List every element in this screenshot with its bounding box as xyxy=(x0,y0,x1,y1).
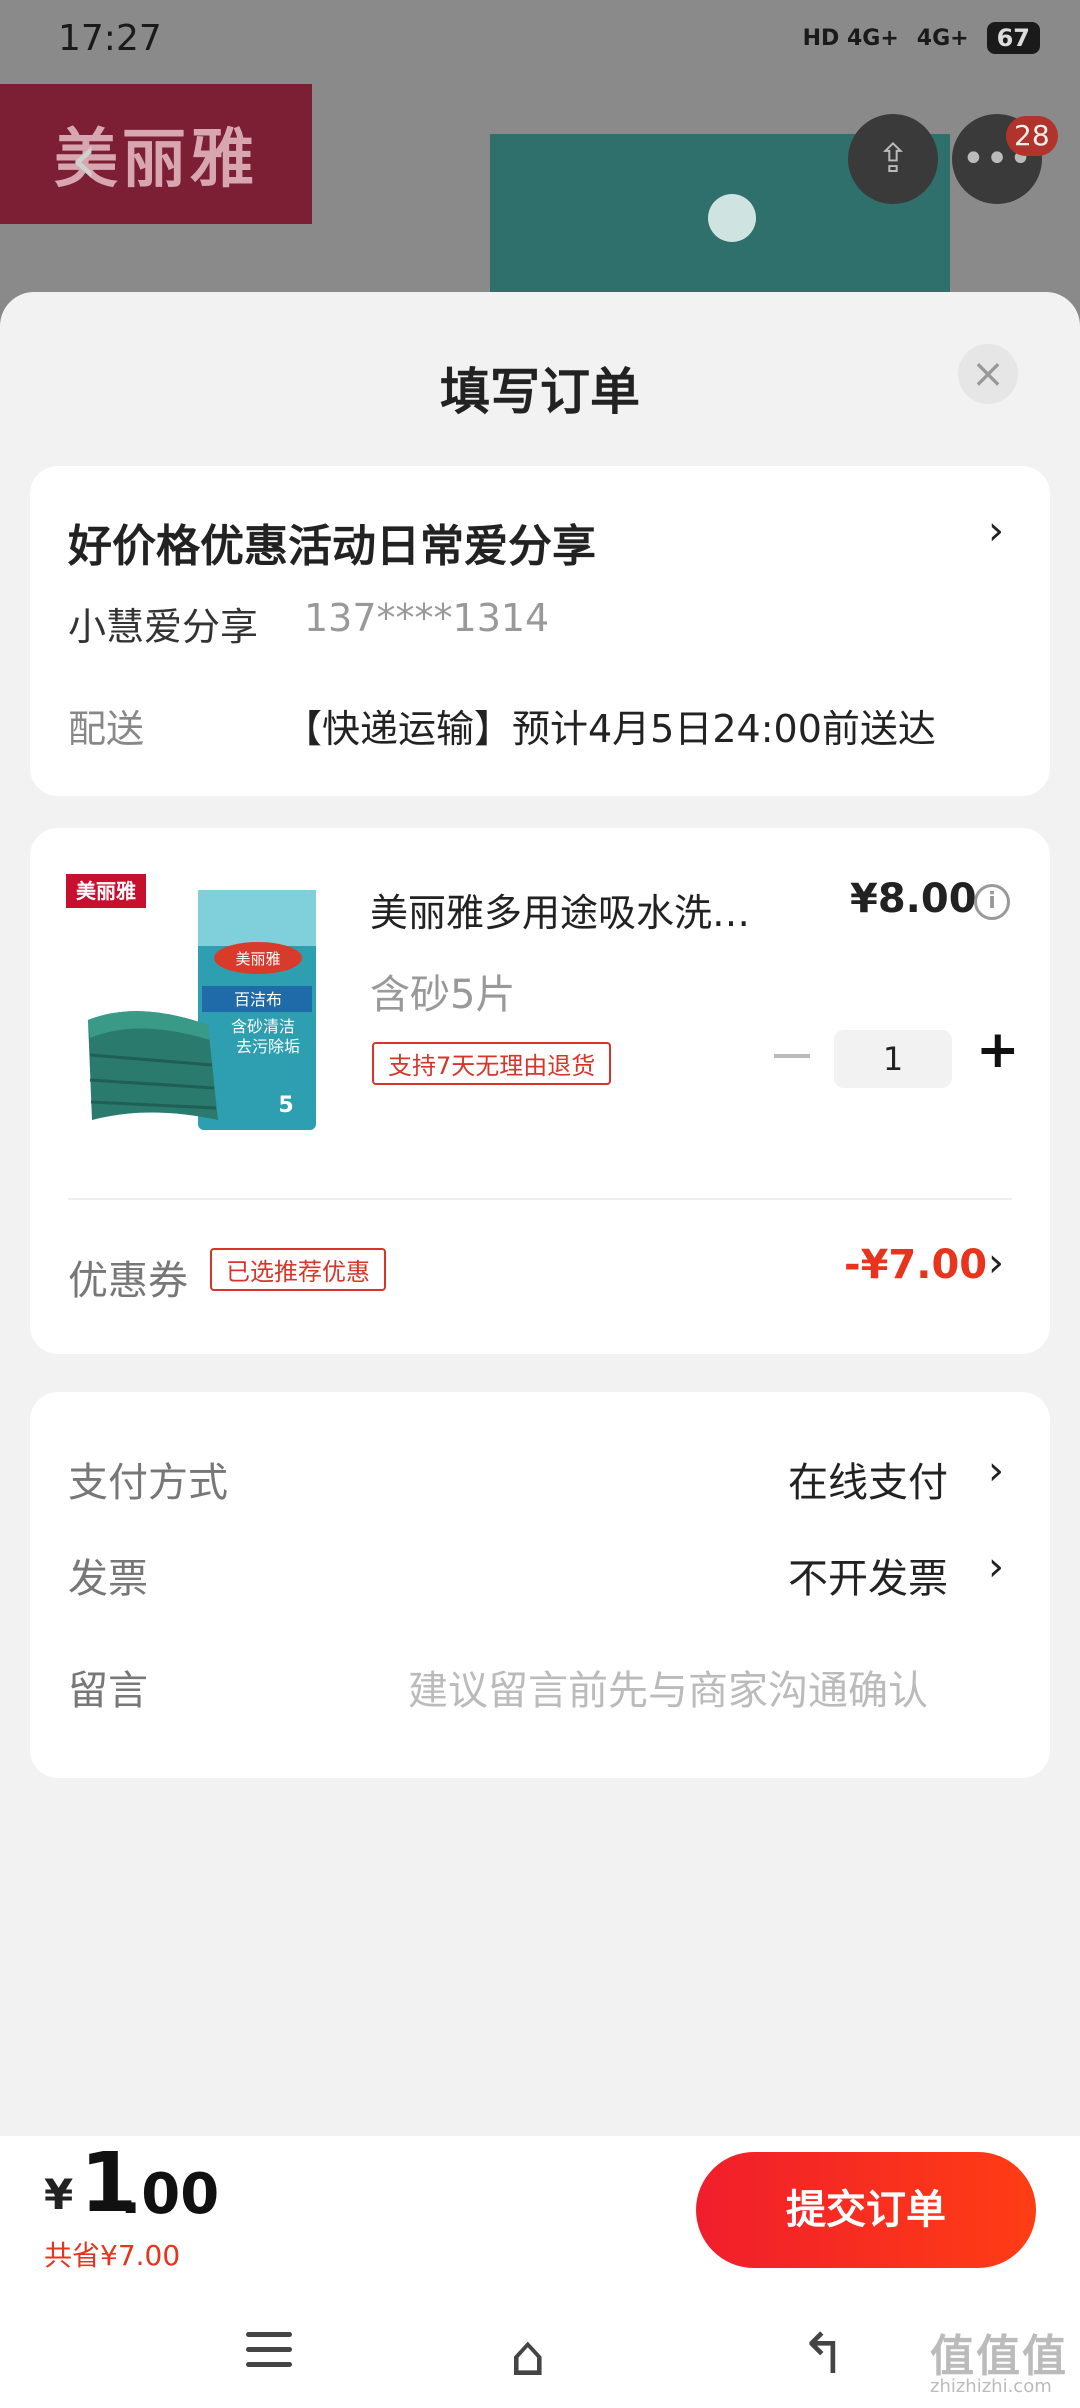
package-type-text: 百洁布 xyxy=(234,990,282,1009)
price-decimal: .00 xyxy=(120,2162,220,2227)
package-feature-text-2: 去污除垢 xyxy=(236,1037,300,1056)
signal-icon: HD 4G+ xyxy=(802,25,899,51)
goods-spec: 含砂5片 xyxy=(370,972,516,1018)
status-time: 17:27 xyxy=(58,18,162,59)
sheet-title: 填写订单 xyxy=(440,363,640,421)
menu-icon[interactable] xyxy=(246,2332,292,2368)
return-policy-tag: 支持7天无理由退货 xyxy=(372,1042,612,1085)
package-feature-text: 含砂清洁 xyxy=(231,1017,295,1036)
product-banner-decoration xyxy=(708,194,756,242)
package-count-text: 5 xyxy=(278,1093,293,1118)
goods-price: ¥8.00 xyxy=(850,876,977,922)
back-nav-icon[interactable]: ↰ xyxy=(800,2322,847,2387)
chevron-right-icon[interactable]: › xyxy=(988,1240,1004,1286)
shop-badge: 美丽雅 xyxy=(66,874,146,908)
recipient-name: 小慧爱分享 xyxy=(68,605,259,649)
price-currency: ¥ xyxy=(44,2170,74,2219)
note-label: 留言 xyxy=(68,1668,148,1714)
background-page: 17:27 HD 4G+ 4G+ 67 美丽雅 ‹ ⇪ ••• 28 xyxy=(0,0,1080,314)
submit-order-button[interactable]: 提交订单 xyxy=(696,2152,1036,2268)
home-icon[interactable]: ⌂ xyxy=(510,2324,546,2389)
quantity-plus-button[interactable]: + xyxy=(976,1020,1020,1080)
goods-name[interactable]: 美丽雅多用途吸水洗… xyxy=(370,882,810,937)
notification-badge: 28 xyxy=(1006,116,1058,156)
payment-card: 支付方式 在线支付 › 发票 不开发票 › 留言 建议留言前先与商家沟通确认 xyxy=(30,1392,1050,1778)
invoice-value[interactable]: 不开发票 xyxy=(788,1546,948,1604)
coupon-tag: 已选推荐优惠 xyxy=(210,1248,386,1291)
coupon-label: 优惠券 xyxy=(68,1258,188,1304)
chevron-right-icon[interactable]: › xyxy=(988,1448,1004,1494)
coupon-value[interactable]: -¥7.00 xyxy=(844,1242,987,1288)
order-sheet: 填写订单 × 好价格优惠活动日常爱分享 › 小慧爱分享 137****1314 … xyxy=(0,292,1080,2136)
divider xyxy=(68,1198,1012,1200)
status-bar: 17:27 HD 4G+ 4G+ 67 xyxy=(0,0,1080,84)
chevron-right-icon[interactable]: › xyxy=(988,1544,1004,1590)
back-icon[interactable]: ‹ xyxy=(70,118,98,200)
payment-method-label: 支付方式 xyxy=(68,1460,228,1506)
checkout-bar: ¥ 1 .00 共省¥7.00 提交订单 xyxy=(0,2136,1080,2294)
saved-amount: 共省¥7.00 xyxy=(44,2239,181,2272)
navigation-bar: ⌂ ↰ 值值值 zhizhizhi.com xyxy=(0,2294,1080,2408)
package-brand-text: 美丽雅 xyxy=(235,950,280,968)
info-icon[interactable]: i xyxy=(974,884,1010,920)
address-title: 好价格优惠活动日常爱分享 xyxy=(68,521,596,572)
shipping-label: 配送 xyxy=(68,707,145,751)
quantity-minus-button[interactable] xyxy=(774,1054,810,1058)
watermark: 值值值 xyxy=(930,2331,1068,2382)
invoice-label: 发票 xyxy=(68,1556,148,1602)
product-image: 美丽雅 百洁布 含砂清洁 去污除垢 5 xyxy=(88,890,316,1130)
payment-method-value[interactable]: 在线支付 xyxy=(788,1450,948,1508)
battery-icon: 67 xyxy=(986,22,1040,54)
close-icon[interactable]: × xyxy=(958,344,1018,404)
quantity-input[interactable]: 1 xyxy=(834,1030,952,1088)
address-card[interactable]: 好价格优惠活动日常爱分享 › 小慧爱分享 137****1314 配送 【快递运… xyxy=(30,466,1050,796)
goods-card: 美丽雅 百洁布 含砂清洁 去污除垢 5 美丽雅 美丽雅多用途吸水洗… ¥8.00… xyxy=(30,828,1050,1354)
shop-logo: 美丽雅 xyxy=(0,84,312,224)
chevron-right-icon: › xyxy=(988,508,1004,554)
recipient-phone: 137****1314 xyxy=(304,596,550,640)
status-indicators: HD 4G+ 4G+ 67 xyxy=(803,22,1040,54)
share-icon[interactable]: ⇪ xyxy=(848,114,938,204)
watermark-url: zhizhizhi.com xyxy=(930,2376,1052,2397)
signal-icon-2: 4G+ xyxy=(916,25,969,51)
note-input[interactable]: 建议留言前先与商家沟通确认 xyxy=(408,1658,928,1716)
shipping-value: 【快递运输】预计4月5日24:00前送达 xyxy=(284,707,936,751)
